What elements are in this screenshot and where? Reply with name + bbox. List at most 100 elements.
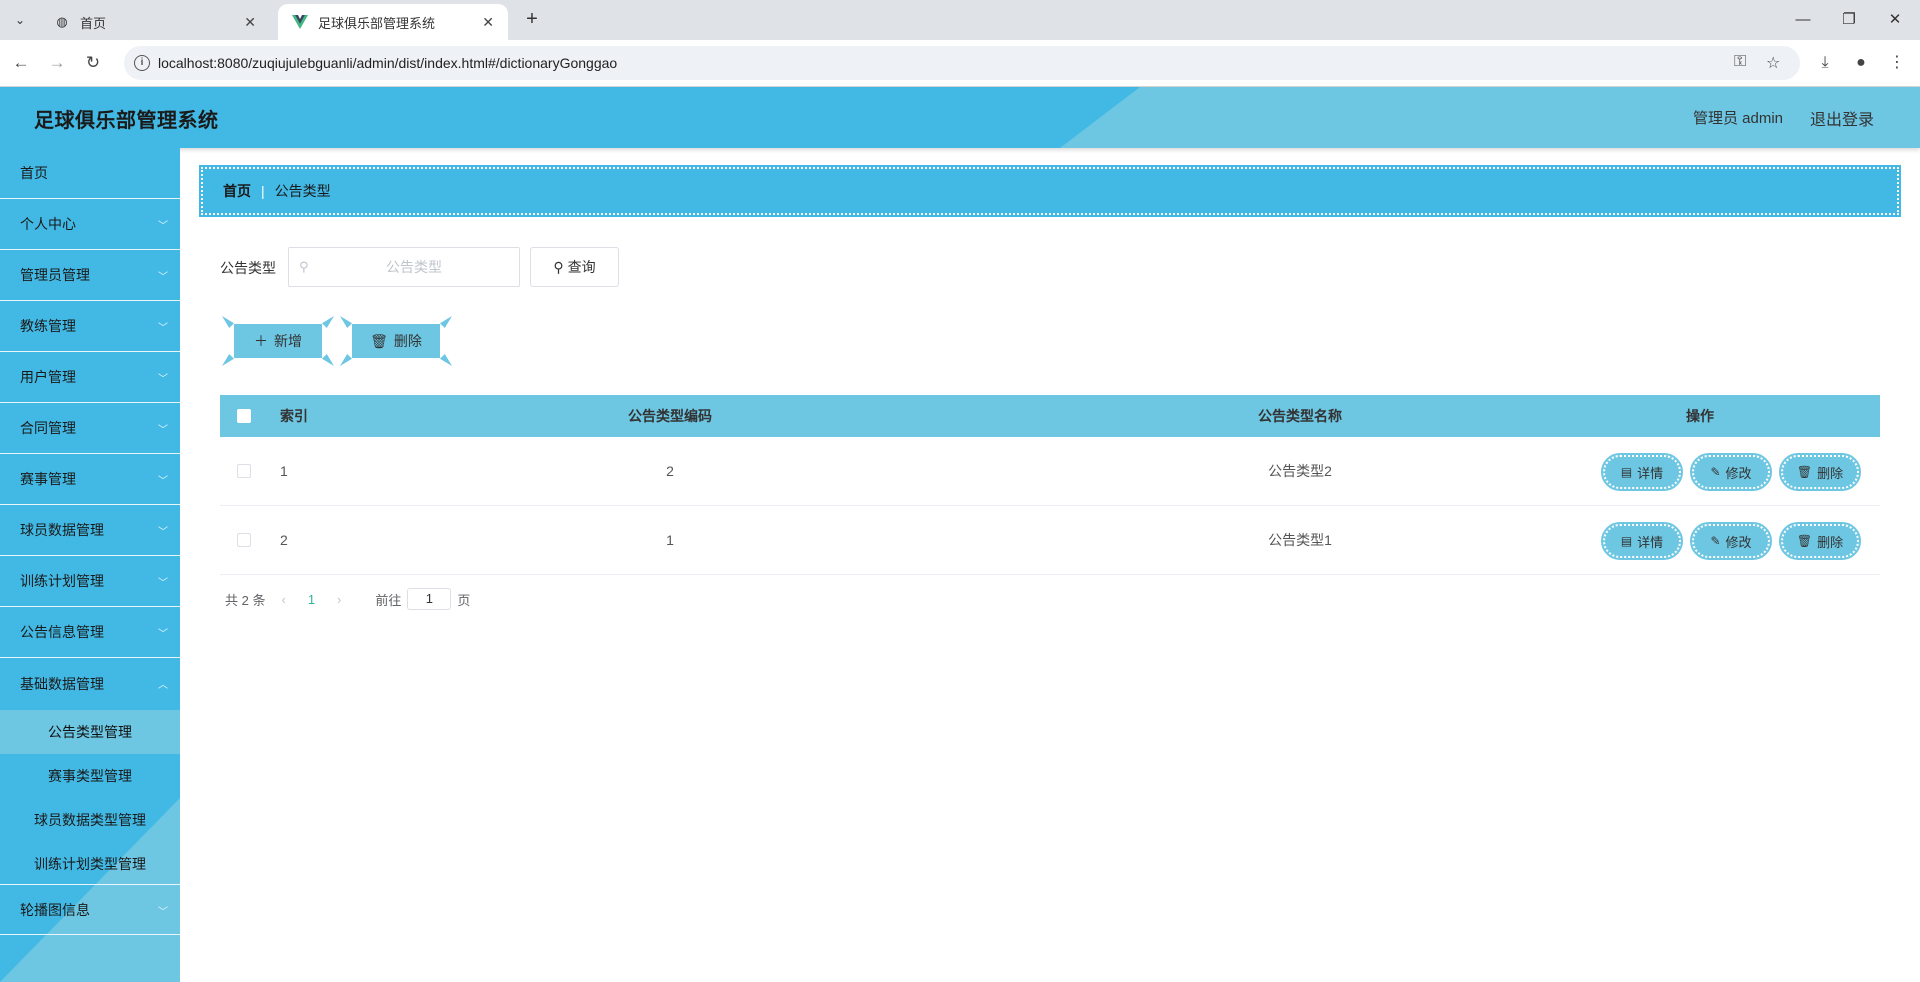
pencil-icon: ✎ [1710, 534, 1721, 548]
table-row: 2 1 公告类型1 ▤ 详情 ✎ 修改 🗑 删除 [220, 506, 1880, 575]
site-info-icon[interactable]: i [134, 55, 150, 71]
table-row: 1 2 公告类型2 ▤ 详情 ✎ 修改 🗑 删除 [220, 437, 1880, 506]
pagination-total: 共 2 条 [225, 592, 266, 608]
sidebar-item-label: 训练计划管理 [20, 573, 104, 589]
sidebar-item-carousel[interactable]: 轮播图信息 ﹀ [0, 884, 180, 935]
url-text[interactable]: localhost:8080/zuqiujulebguanli/admin/di… [158, 55, 617, 71]
sidebar-item-label: 用户管理 [20, 369, 76, 385]
search-icon: ⚲ [299, 259, 309, 274]
sidebar-subitem-player-data-type[interactable]: 球员数据类型管理 [0, 798, 180, 842]
minimize-icon[interactable]: — [1780, 0, 1826, 40]
breadcrumb: 首页 | 公告类型 [199, 165, 1901, 217]
back-icon[interactable]: ← [8, 50, 34, 76]
breadcrumb-separator: | [261, 183, 265, 199]
chevron-down-icon: ﹀ [158, 425, 168, 436]
chevron-down-icon: ﹀ [158, 272, 168, 283]
query-button[interactable]: ⚲ 查询 [530, 247, 619, 287]
sidebar-item-training-plans[interactable]: 训练计划管理 ﹀ [0, 556, 180, 607]
logout-link[interactable]: 退出登录 [1810, 106, 1874, 130]
menu-icon[interactable]: ⋮ [1884, 50, 1910, 76]
download-icon[interactable]: ⤓ [1812, 50, 1838, 76]
reload-icon[interactable]: ↻ [80, 50, 106, 76]
goto-page-input[interactable]: 1 [407, 588, 452, 610]
row-code: 1 [666, 532, 674, 548]
prev-page-icon[interactable]: ‹ [281, 592, 285, 607]
search-input-wrapper: ⚲ [288, 247, 520, 287]
browser-tab-active[interactable]: 足球俱乐部管理系统 ✕ [278, 4, 508, 40]
current-user: 管理员 admin [1693, 110, 1784, 127]
profile-icon[interactable]: ● [1848, 50, 1874, 76]
batch-delete-button[interactable]: 🗑 删除 [340, 316, 452, 366]
tab-search-icon[interactable]: ⌄ [8, 8, 32, 32]
sidebar-item-label: 赛事管理 [20, 471, 76, 487]
new-tab-icon[interactable]: + [520, 8, 544, 32]
select-all-checkbox[interactable] [237, 409, 251, 423]
sidebar-item-player-data[interactable]: 球员数据管理 ﹀ [0, 505, 180, 556]
breadcrumb-current: 公告类型 [274, 183, 331, 199]
star-icon[interactable]: ☆ [1766, 53, 1780, 73]
table-header: 索引 公告类型编码 公告类型名称 操作 [220, 395, 1880, 437]
detail-button[interactable]: ▤ 详情 [1601, 522, 1683, 560]
sidebar-item-personal[interactable]: 个人中心 ﹀ [0, 199, 180, 250]
row-checkbox[interactable] [237, 533, 251, 547]
sidebar-item-label: 合同管理 [20, 420, 76, 436]
delete-label: 删除 [1817, 465, 1844, 481]
next-page-icon[interactable]: › [337, 592, 341, 607]
chevron-down-icon: ﹀ [158, 629, 168, 640]
chevron-down-icon: ﹀ [158, 476, 168, 487]
delete-button[interactable]: 🗑 删除 [1779, 453, 1861, 491]
sidebar-item-home[interactable]: 首页 [0, 148, 180, 199]
sidebar-item-contracts[interactable]: 合同管理 ﹀ [0, 403, 180, 454]
search-input[interactable] [319, 248, 509, 286]
row-code: 2 [666, 463, 674, 479]
header-operations: 操作 [1686, 408, 1714, 424]
row-checkbox[interactable] [237, 464, 251, 478]
sidebar-item-users[interactable]: 用户管理 ﹀ [0, 352, 180, 403]
sidebar: 首页 个人中心 ﹀ 管理员管理 ﹀ 教练管理 ﹀ 用户管理 ﹀ 合同管理 ﹀ 赛事管理 ﹀ … [0, 148, 180, 982]
sidebar-subitem-training-plan-type[interactable]: 训练计划类型管理 [0, 842, 180, 886]
row-name: 公告类型1 [1268, 532, 1332, 548]
sidebar-item-coaches[interactable]: 教练管理 ﹀ [0, 301, 180, 352]
sidebar-item-label: 基础数据管理 [20, 675, 104, 692]
sidebar-item-announcements[interactable]: 公告信息管理 ﹀ [0, 607, 180, 658]
app-title: 足球俱乐部管理系统 [34, 110, 219, 132]
browser-tab-home[interactable]: ◍ 首页 ✕ [40, 4, 270, 40]
url-field[interactable]: i localhost:8080/zuqiujulebguanli/admin/… [124, 46, 1800, 80]
search-icon: ⚲ [553, 258, 564, 275]
sidebar-item-matches[interactable]: 赛事管理 ﹀ [0, 454, 180, 505]
row-checkbox-cell [237, 506, 251, 574]
document-icon: ▤ [1620, 465, 1633, 479]
breadcrumb-home[interactable]: 首页 [223, 181, 251, 201]
sidebar-item-base-data[interactable]: 基础数据管理 ︿ [0, 658, 180, 709]
detail-label: 详情 [1637, 534, 1664, 550]
sidebar-subitem-match-type[interactable]: 赛事类型管理 [0, 754, 180, 798]
edit-button[interactable]: ✎ 修改 [1690, 522, 1772, 560]
close-icon[interactable]: ✕ [482, 14, 494, 31]
restore-icon[interactable]: ❐ [1826, 0, 1872, 40]
row-checkbox-cell [237, 437, 251, 505]
header-decoration [1060, 87, 1920, 148]
data-table: 索引 公告类型编码 公告类型名称 操作 1 2 公告类型2 ▤ 详情 ✎ 修改 🗑 删… [220, 395, 1880, 575]
tab-title: 首页 [80, 15, 107, 31]
row-name: 公告类型2 [1268, 463, 1332, 479]
page-number-current[interactable]: 1 [308, 592, 315, 607]
edit-button[interactable]: ✎ 修改 [1690, 453, 1772, 491]
select-all-checkbox-cell [237, 395, 251, 437]
window-close-icon[interactable]: ✕ [1872, 0, 1918, 40]
close-icon[interactable]: ✕ [244, 14, 256, 31]
key-icon[interactable]: ⚿ [1734, 53, 1746, 71]
detail-button[interactable]: ▤ 详情 [1601, 453, 1683, 491]
sidebar-item-admins[interactable]: 管理员管理 ﹀ [0, 250, 180, 301]
sidebar-item-label: 个人中心 [20, 216, 76, 232]
page-suffix: 页 [457, 592, 471, 608]
chevron-down-icon: ﹀ [158, 221, 168, 232]
sidebar-subitem-announcement-type[interactable]: 公告类型管理 [0, 710, 180, 754]
browser-tab-strip: ⌄ ◍ 首页 ✕ 足球俱乐部管理系统 ✕ + — ❐ ✕ [0, 0, 1920, 40]
add-button[interactable]: ＋ 新增 [222, 316, 334, 366]
search-label: 公告类型 [220, 260, 276, 276]
forward-icon[interactable]: → [44, 50, 70, 76]
delete-button[interactable]: 🗑 删除 [1779, 522, 1861, 560]
query-button-label: 查询 [567, 259, 596, 275]
goto-label: 前往 [375, 592, 402, 608]
chevron-down-icon: ﹀ [158, 374, 168, 385]
